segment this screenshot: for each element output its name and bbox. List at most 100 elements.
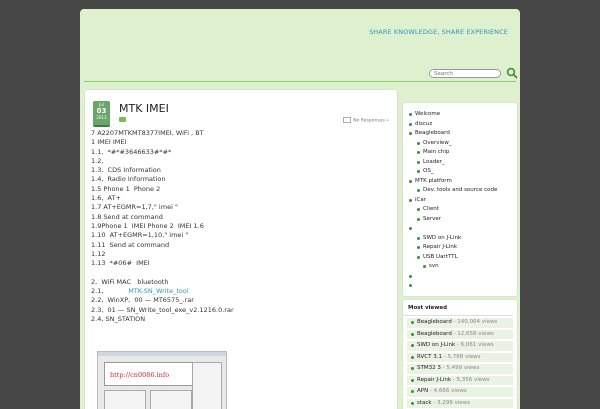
bullet-icon: [417, 141, 420, 145]
sidebar-item[interactable]: Overview_: [403, 139, 517, 149]
sidebar-item-label: svn: [429, 263, 439, 269]
content-line: 1 IMEI IMEI: [91, 138, 127, 147]
sidebar-item[interactable]: OS_: [403, 167, 517, 177]
sidebar-item-label: Main chip: [423, 149, 450, 155]
content-line: 1.9Phone 1 IMEI Phone 2 IMEI 1.6: [91, 221, 204, 230]
most-viewed-title: APN: [417, 388, 429, 394]
bullet-icon: [417, 217, 420, 221]
view-count: - 140,004 views: [453, 319, 498, 325]
content-line: 1.5 Phone 1 Phone 2: [91, 184, 161, 193]
sidebar-item[interactable]: Repair J-Link: [403, 243, 517, 253]
most-viewed-item[interactable]: APN - 4,666 views: [407, 387, 513, 397]
sidebar-item[interactable]: [403, 281, 517, 291]
sidebar-item[interactable]: Dev. tools and source code: [403, 186, 517, 196]
sidebar-item-label: Welcome: [415, 111, 441, 117]
sidebar-item-label: OS_: [423, 168, 434, 174]
most-viewed-title: STM32 3: [417, 365, 441, 371]
content-line: 1.12: [91, 249, 106, 258]
bullet-icon: [409, 113, 412, 116]
content-gap: [91, 268, 391, 277]
sidebar-item[interactable]: Beagleboard: [403, 129, 517, 139]
content-line: 2.1, MTK-SN_Write_tool: [91, 287, 391, 296]
sidebar-item[interactable]: [403, 224, 517, 234]
bullet-icon: [409, 179, 412, 183]
search-icon[interactable]: [506, 67, 518, 79]
sidebar-item-label: iCar: [415, 196, 426, 203]
post-content: 7 A2207MTKMT8377IMEI, WiFi , BT 1 IMEI I…: [91, 129, 391, 324]
sidebar-item-label: discuz: [415, 120, 433, 127]
screenshot-image[interactable]: http://cn0086.info: [97, 351, 227, 409]
view-count: - 6,061 views: [456, 342, 494, 348]
sidebar-item[interactable]: Client: [403, 205, 517, 215]
sidebar-item[interactable]: SWD on J-Link: [403, 234, 517, 244]
comments-label: No Responses »: [353, 118, 389, 124]
post-area: Jul 03 2013 MTK IMEI No Responses » 7 A2…: [84, 89, 398, 409]
image-titlebar: [98, 352, 226, 356]
bullet-icon: [417, 170, 420, 173]
bullet-icon: [411, 332, 414, 336]
content-line: 2.3, 01 — SN_Write_tool_exe_v2.1216.0.ra…: [91, 305, 234, 314]
most-viewed-item[interactable]: SWD on J-Link - 6,061 views: [407, 341, 513, 351]
content-line: 1.10 AT+EGMR=1,10," imei ": [91, 231, 189, 240]
content-line: 7 A2207MTKMT8377IMEI, WiFi , BT: [91, 129, 204, 137]
bullet-icon: [423, 265, 426, 268]
bullet-icon: [417, 151, 420, 154]
content-line: 1.1, *#*#3646633#*#*: [91, 147, 172, 156]
comments-link[interactable]: No Responses »: [343, 117, 389, 124]
content-line: 1.6, AT+: [91, 194, 121, 203]
bullet-icon: [417, 189, 420, 192]
sidebar-item-label: USB UartTTL: [423, 253, 458, 260]
image-side-panel: [192, 362, 222, 409]
most-viewed-item[interactable]: Beagleboard - 140,004 views: [407, 318, 513, 328]
date-year: 2013: [96, 115, 107, 120]
search-input[interactable]: [429, 69, 501, 78]
sidebar-item-label: Server: [423, 215, 442, 222]
bullet-icon: [409, 284, 412, 287]
bullet-icon: [417, 208, 420, 211]
sidebar-item[interactable]: Loader_: [403, 158, 517, 168]
sidebar-item[interactable]: MTK platform: [403, 177, 517, 187]
view-count: - 12,658 views: [453, 330, 494, 337]
page-container: SHARE KNOWLEDGE, SHARE EXPERIENCE Jul 03…: [80, 9, 520, 409]
content-line: 2, WiFi MAC bluetooth: [91, 277, 169, 286]
most-viewed-item[interactable]: Repair J-Link - 5,356 views: [407, 375, 513, 385]
sidebar-item[interactable]: Welcome: [403, 110, 517, 120]
sidebar-item[interactable]: [403, 272, 517, 282]
sidebar-item-label: Dev. tools and source code: [423, 187, 498, 193]
folder-icon[interactable]: [119, 117, 126, 122]
most-viewed-item[interactable]: RVCT 3.1 - 5,768 views: [407, 352, 513, 362]
most-viewed-widget: Most viewed Beagleboard - 140,004 views B…: [402, 299, 518, 409]
view-count: - 5,768 views: [443, 353, 481, 360]
bullet-icon: [417, 236, 420, 240]
most-viewed-title: RVCT 3.1: [417, 353, 442, 360]
bullet-icon: [409, 132, 412, 135]
most-viewed-item[interactable]: Beagleboard - 12,658 views: [407, 329, 513, 339]
most-viewed-title: Beagleboard: [417, 330, 452, 337]
most-viewed-item[interactable]: STM32 3 - 5,499 views: [407, 364, 513, 374]
content-line: 2.4, SN_STATION: [91, 314, 146, 323]
content-line: 1.7 AT+EGMR=1,7," imei ": [91, 203, 178, 212]
sidebar-item[interactable]: svn: [403, 262, 517, 272]
bullet-icon: [411, 390, 414, 393]
sidebar-item[interactable]: iCar: [403, 196, 517, 206]
most-viewed-title: Beagleboard: [417, 319, 452, 325]
most-viewed-title: SWD on J-Link: [417, 342, 456, 348]
sn-write-tool-link[interactable]: MTK-SN_Write_tool: [128, 287, 188, 295]
bullet-icon: [411, 344, 414, 347]
sidebar-item[interactable]: Main chip: [403, 148, 517, 158]
bullet-icon: [417, 246, 420, 249]
bullet-icon: [417, 160, 420, 164]
sidebar-item[interactable]: USB UartTTL: [403, 253, 517, 263]
sidebar-item[interactable]: Server: [403, 215, 517, 225]
post-title[interactable]: MTK IMEI: [119, 102, 169, 115]
bullet-icon: [411, 321, 414, 324]
sidebar-item[interactable]: discuz: [403, 120, 517, 130]
sidebar-item-label: MTK platform: [415, 177, 452, 184]
site-tagline: SHARE KNOWLEDGE, SHARE EXPERIENCE: [369, 28, 508, 36]
bullet-icon: [409, 198, 412, 202]
most-viewed-list: Beagleboard - 140,004 views Beagleboard -…: [403, 318, 517, 408]
comment-icon: [343, 117, 352, 123]
content-line: 1.8 Send at command: [91, 212, 163, 221]
date-badge: Jul 03 2013: [93, 101, 110, 127]
bullet-icon: [411, 367, 414, 370]
